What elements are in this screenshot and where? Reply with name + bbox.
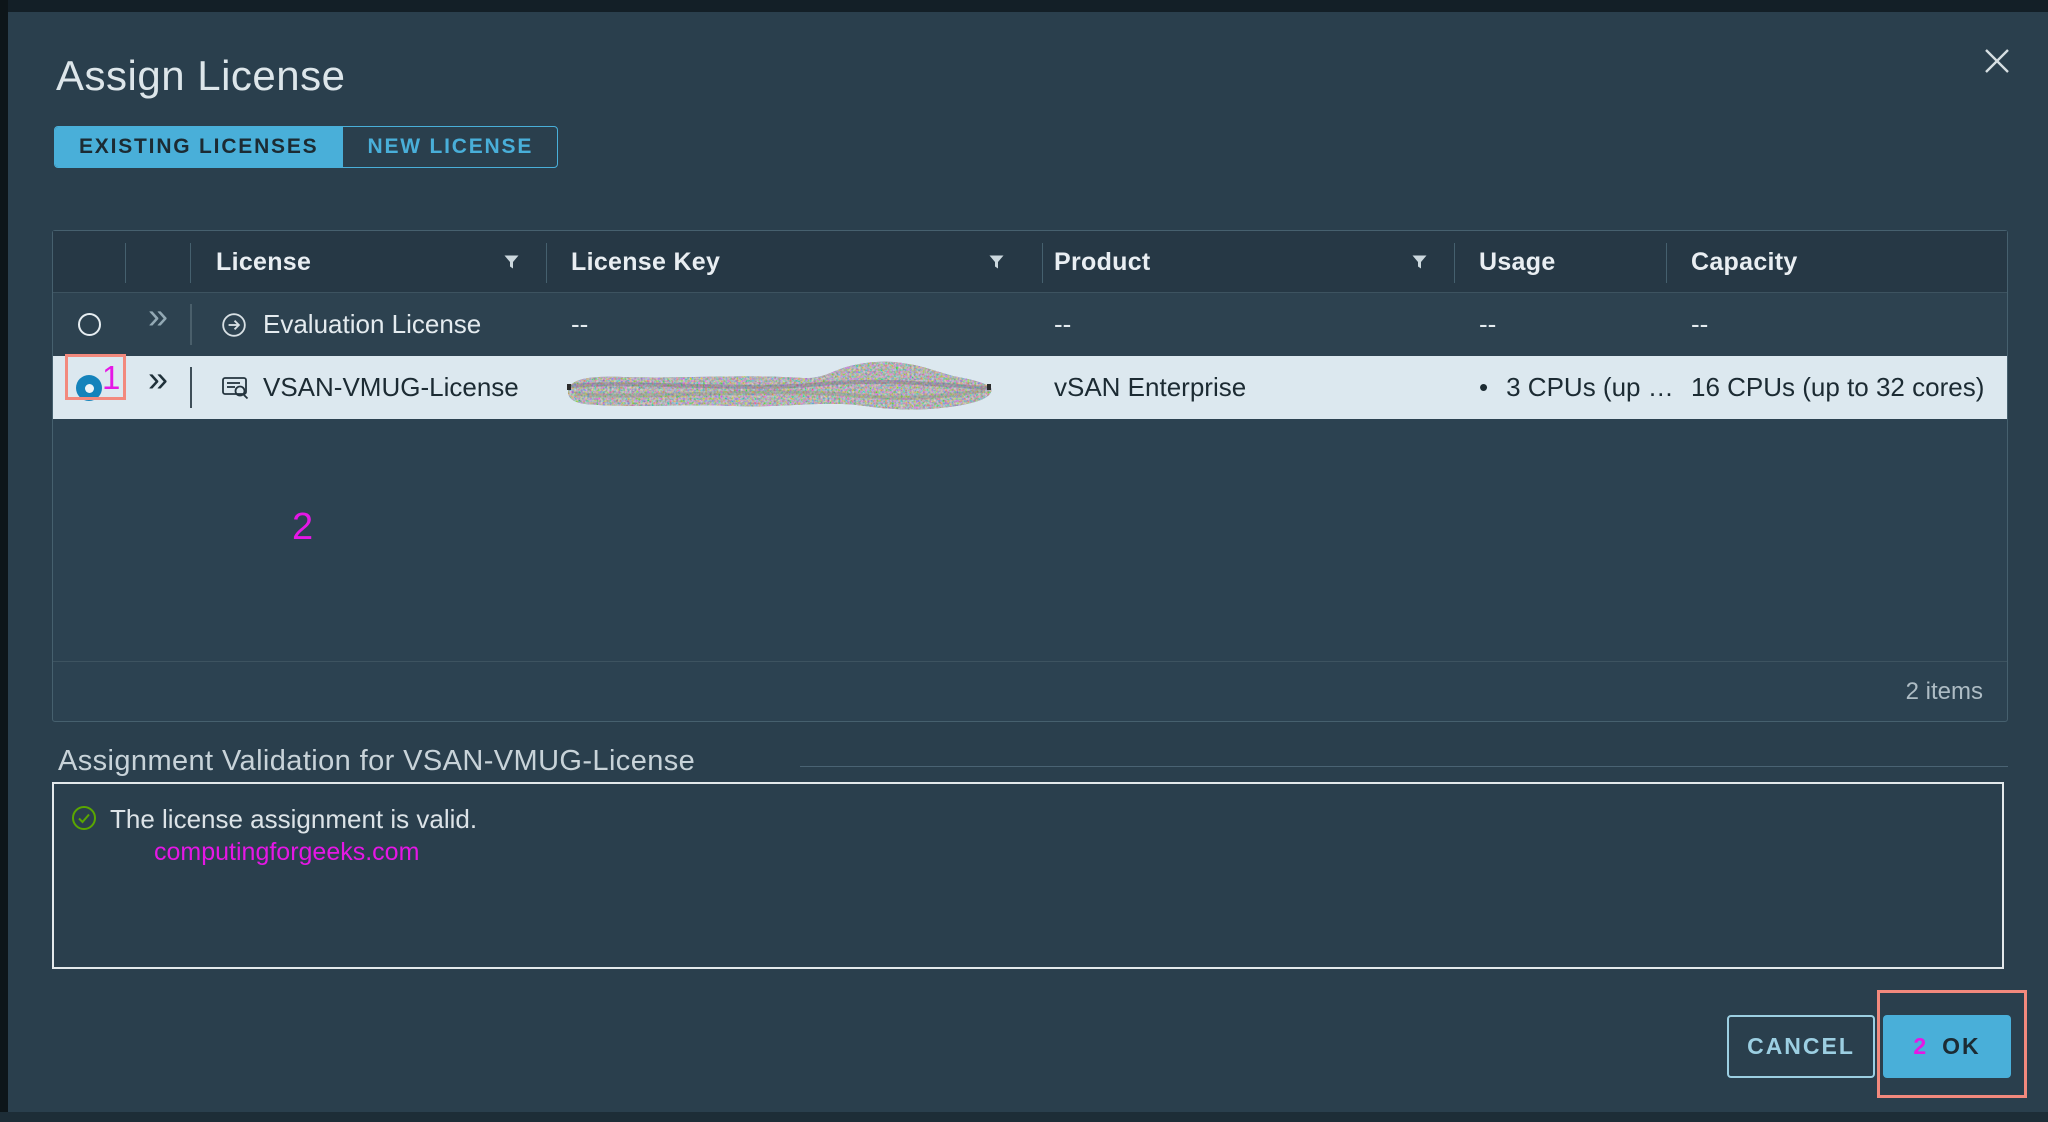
cancel-button[interactable]: CANCEL [1727, 1015, 1875, 1078]
table-footer: 2 items [53, 661, 2007, 721]
table-row-evaluation-license[interactable]: » Evaluation License -- -- -- -- [53, 293, 2007, 356]
table-header: License License Key Product Usage Capaci… [53, 231, 2007, 293]
column-divider [125, 243, 126, 283]
licenses-table: License License Key Product Usage Capaci… [52, 230, 2008, 722]
usage-bullet: • [1479, 372, 1488, 403]
close-icon[interactable] [1982, 46, 2012, 76]
filter-icon[interactable] [504, 255, 519, 269]
row-radio-unselected[interactable] [78, 313, 101, 336]
cell-capacity: 16 CPUs (up to 32 cores) [1691, 356, 1984, 419]
column-header-capacity[interactable]: Capacity [1691, 231, 1798, 293]
filter-icon[interactable] [1412, 255, 1427, 269]
cell-capacity: -- [1691, 293, 1708, 356]
column-header-license[interactable]: License [216, 231, 311, 293]
backdrop-edge-bottom [0, 1112, 2048, 1122]
tab-new-license[interactable]: NEW LICENSE [342, 127, 557, 167]
column-divider [1666, 243, 1667, 283]
row-divider [190, 304, 192, 345]
annotation-box-ok [1877, 990, 2027, 1098]
column-header-license-key[interactable]: License Key [571, 231, 720, 293]
validation-box: The license assignment is valid. computi… [52, 782, 2004, 969]
watermark-text: computingforgeeks.com [154, 838, 419, 867]
backdrop-edge-left [0, 0, 8, 1122]
cell-product: vSAN Enterprise [1054, 356, 1246, 419]
cell-license-key: -- [571, 293, 588, 356]
expand-row-icon[interactable]: » [148, 358, 168, 400]
annotation-step-2: 2 [292, 506, 313, 549]
expand-row-icon[interactable]: » [148, 295, 168, 337]
certificate-icon [221, 356, 251, 419]
cell-license: VSAN-VMUG-License [263, 356, 519, 419]
items-count: 2 items [1906, 662, 1983, 722]
assign-license-dialog: Assign License EXISTING LICENSES NEW LIC… [0, 0, 2048, 1122]
license-tab-group: EXISTING LICENSES NEW LICENSE [54, 126, 558, 168]
filter-icon[interactable] [989, 255, 1004, 269]
dialog-title: Assign License [56, 52, 346, 100]
tab-existing-licenses[interactable]: EXISTING LICENSES [55, 127, 342, 167]
section-rule [800, 766, 2008, 767]
column-divider [190, 243, 191, 283]
backdrop-edge-top [0, 0, 2048, 12]
cell-usage: • 3 CPUs (up … [1479, 356, 1674, 419]
annotation-step-1: 1 [102, 359, 120, 397]
row-divider [190, 367, 192, 408]
cell-usage: -- [1479, 293, 1496, 356]
cell-license: Evaluation License [263, 293, 481, 356]
table-row-vsan-vmug-license[interactable]: » VSAN-VMUG-License [53, 356, 2007, 419]
column-header-product[interactable]: Product [1054, 231, 1151, 293]
column-header-usage[interactable]: Usage [1479, 231, 1556, 293]
validation-message: The license assignment is valid. [110, 804, 477, 835]
cell-product: -- [1054, 293, 1071, 356]
validation-section-heading: Assignment Validation for VSAN-VMUG-Lice… [58, 745, 695, 778]
usage-text: 3 CPUs (up … [1506, 372, 1674, 403]
redacted-license-key-scribble [561, 356, 996, 424]
success-check-icon [71, 805, 97, 831]
column-divider [546, 243, 547, 283]
column-divider [1454, 243, 1455, 283]
arrow-circle-icon [221, 293, 247, 356]
column-divider [1042, 243, 1043, 283]
